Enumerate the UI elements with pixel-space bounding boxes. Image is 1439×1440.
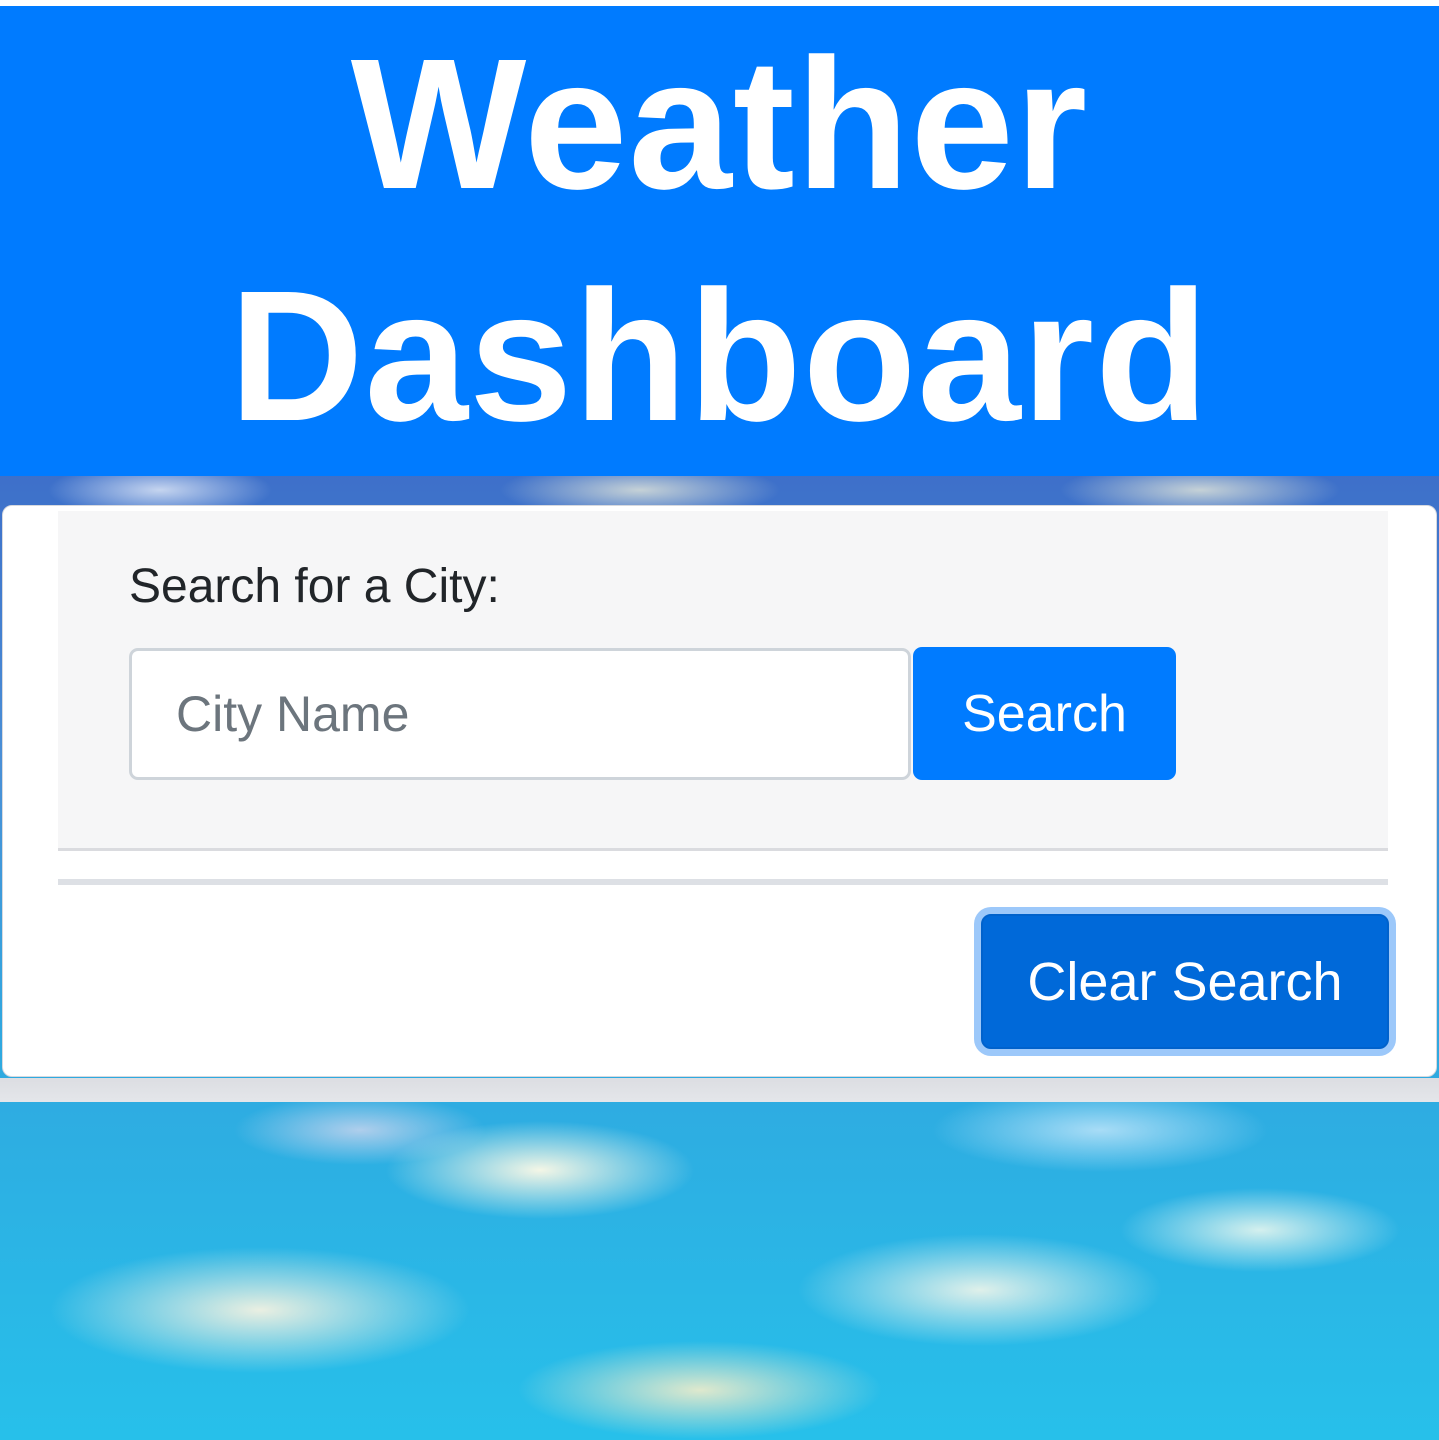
search-button[interactable]: Search — [913, 647, 1176, 780]
search-panel: Search for a City: Search — [58, 511, 1388, 851]
page-header: Weather Dashboard — [0, 6, 1439, 476]
search-history-divider — [58, 879, 1388, 885]
search-card: Search for a City: Search Clear Search — [2, 505, 1437, 1077]
page-title: Weather Dashboard — [229, 21, 1210, 460]
city-search-input[interactable] — [129, 648, 911, 780]
search-label: Search for a City: — [129, 560, 500, 613]
clear-search-button[interactable]: Clear Search — [981, 914, 1389, 1049]
scrollbar-gutter — [0, 1078, 1439, 1102]
